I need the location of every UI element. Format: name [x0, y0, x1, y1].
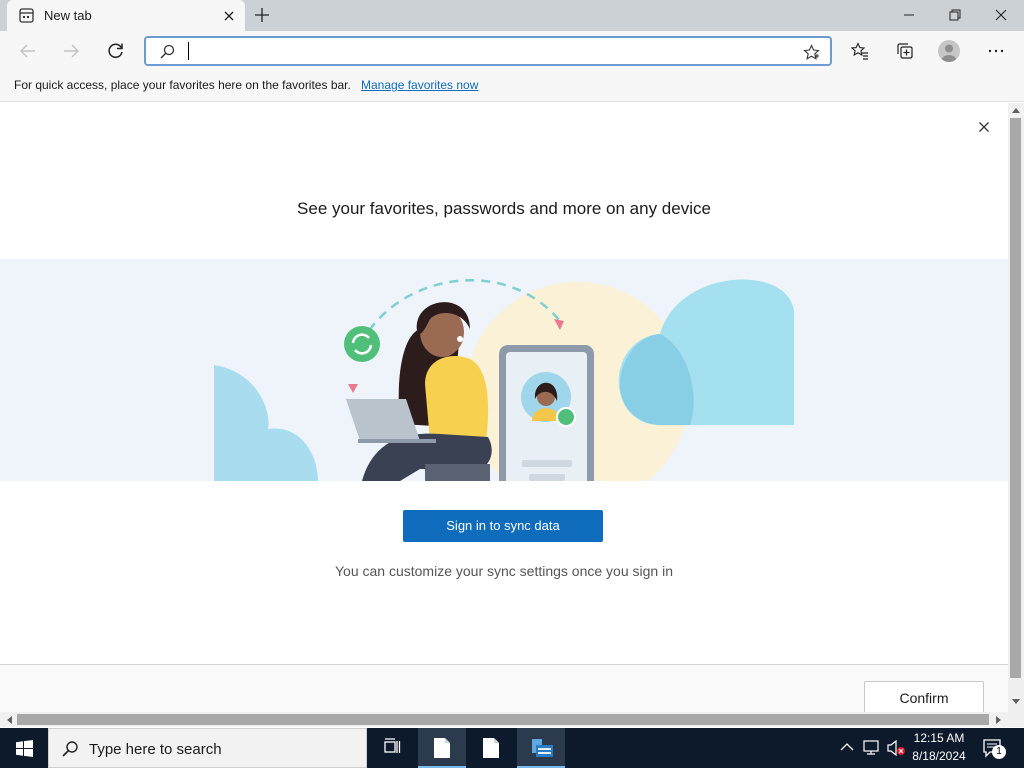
- taskbar-app-file-2[interactable]: [467, 728, 515, 768]
- sign-in-sync-button[interactable]: Sign in to sync data: [403, 510, 603, 542]
- forward-icon: [64, 44, 79, 58]
- sync-illustration: [0, 259, 1008, 481]
- start-button[interactable]: [0, 728, 48, 768]
- close-icon[interactable]: [221, 8, 237, 24]
- dialog-footer: Confirm: [0, 665, 1008, 713]
- scroll-left-icon[interactable]: [5, 715, 13, 725]
- search-icon: [160, 44, 175, 59]
- favorites-button[interactable]: [846, 37, 874, 65]
- favorites-bar: For quick access, place your favorites h…: [0, 71, 1024, 102]
- back-icon: [20, 44, 35, 58]
- task-view-icon: [384, 738, 401, 753]
- volume-muted-icon[interactable]: [886, 740, 906, 756]
- task-view-button[interactable]: [368, 728, 416, 768]
- close-icon: [995, 9, 1007, 21]
- star-icon[interactable]: [803, 44, 820, 61]
- tab-strip: New tab: [0, 0, 1024, 31]
- minimize-button[interactable]: [886, 0, 932, 31]
- file-icon: [483, 738, 499, 758]
- forward-button[interactable]: [57, 37, 85, 65]
- tab-title: New tab: [44, 8, 92, 23]
- network-icon[interactable]: [862, 740, 880, 756]
- minimize-icon: [904, 14, 914, 16]
- back-button[interactable]: [14, 37, 42, 65]
- address-input[interactable]: [186, 40, 786, 62]
- manage-favorites-link[interactable]: Manage favorites now: [361, 78, 478, 92]
- collections-button[interactable]: [891, 37, 919, 65]
- chevron-up-icon[interactable]: [840, 742, 854, 752]
- taskbar: Type here to search 12:15 AM 8/18/2024 1: [0, 728, 1024, 768]
- restore-icon: [949, 9, 961, 21]
- horizontal-scroll-thumb[interactable]: [17, 714, 989, 725]
- confirm-button[interactable]: Confirm: [864, 681, 984, 713]
- more-icon: [988, 49, 1004, 53]
- scroll-right-icon[interactable]: [995, 715, 1003, 725]
- search-icon: [62, 741, 78, 757]
- favorites-bar-hint: For quick access, place your favorites h…: [14, 78, 351, 92]
- text-caret: [188, 42, 189, 60]
- taskbar-app-file-1[interactable]: [418, 728, 466, 768]
- promo-heading: See your favorites, passwords and more o…: [297, 199, 711, 218]
- window-close-button[interactable]: [978, 0, 1024, 31]
- vertical-scroll-thumb[interactable]: [1010, 118, 1021, 678]
- restore-button[interactable]: [932, 0, 978, 31]
- address-bar[interactable]: [144, 36, 832, 66]
- plus-icon[interactable]: [253, 6, 271, 24]
- tab-new-tab[interactable]: New tab: [7, 0, 245, 31]
- taskbar-search-placeholder: Type here to search: [89, 741, 222, 758]
- sync-illustration-art: [214, 278, 795, 481]
- taskbar-app-server-manager[interactable]: [517, 728, 565, 768]
- app-icon: [532, 739, 553, 757]
- refresh-button[interactable]: [102, 37, 130, 65]
- sync-settings-note: You can customize your sync settings onc…: [334, 563, 673, 579]
- notification-count: 1: [996, 746, 1002, 757]
- scrollbar-corner: [1008, 712, 1024, 727]
- scroll-up-icon[interactable]: [1011, 106, 1021, 114]
- taskbar-search[interactable]: Type here to search: [48, 728, 367, 768]
- scroll-down-icon[interactable]: [1011, 698, 1021, 706]
- close-icon[interactable]: [976, 119, 992, 135]
- file-icon: [434, 738, 450, 758]
- toolbar: [0, 31, 1024, 71]
- sync-promo-page: See your favorites, passwords and more o…: [0, 103, 1008, 713]
- newtab-page-icon: [19, 8, 34, 23]
- favorites-icon: [851, 42, 868, 60]
- clock-date[interactable]: 8/18/2024: [904, 749, 974, 763]
- more-button[interactable]: [982, 37, 1010, 65]
- refresh-icon: [108, 43, 123, 58]
- profile-icon[interactable]: [938, 40, 960, 62]
- clock-time[interactable]: 12:15 AM: [904, 731, 974, 745]
- collections-icon: [897, 43, 913, 59]
- windows-logo-icon: [16, 740, 33, 757]
